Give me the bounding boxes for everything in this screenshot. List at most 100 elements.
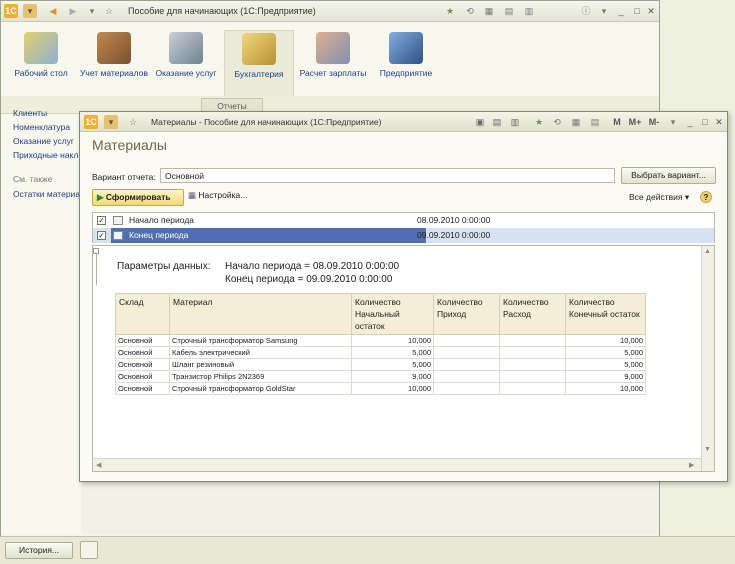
preview-icon[interactable]: ▤ <box>490 115 504 129</box>
collapse-icon[interactable] <box>93 248 99 254</box>
cell: 5,000 <box>565 346 646 359</box>
main-titlebar: 1С ▾ ◀ ▶ ▾ ☆ Пособие для начинающих (1С:… <box>1 1 659 22</box>
memory-minus-button[interactable]: M- <box>645 115 663 129</box>
generate-label: Сформировать <box>105 192 171 202</box>
link-services[interactable]: Оказание услуг <box>13 136 74 146</box>
maximize-icon[interactable]: □ <box>630 4 644 18</box>
info-icon[interactable]: ⓘ <box>579 4 593 18</box>
choose-variant-button[interactable]: Выбрать вариант... <box>621 167 716 184</box>
calc-icon[interactable]: ▤ <box>502 4 516 18</box>
forward-arrow-icon[interactable]: ▶ <box>66 4 80 18</box>
cell: 5,000 <box>351 346 434 359</box>
scroll-right-icon[interactable]: ▶ <box>689 461 694 469</box>
help-icon[interactable]: ? <box>700 191 712 203</box>
col-header: Количество Начальный остаток <box>351 293 434 335</box>
calendar-icon <box>113 231 123 240</box>
cell <box>433 334 500 347</box>
dropdown-icon[interactable]: ▾ <box>666 115 680 129</box>
people-icon <box>316 32 350 64</box>
calendar-icon[interactable]: ▦ <box>569 115 583 129</box>
param-row[interactable]: ✓ Начало периода 08.09.2010 0:00:00 <box>93 213 714 228</box>
col-header: Количество Расход <box>499 293 566 335</box>
col-header: Склад <box>115 293 170 335</box>
print-icon[interactable]: ▣ <box>473 115 487 129</box>
scroll-down-icon[interactable]: ▼ <box>704 446 711 453</box>
link-receipts[interactable]: Приходные накл <box>13 150 78 160</box>
cell <box>499 346 566 359</box>
variant-field[interactable]: Основной <box>160 168 615 183</box>
section-enterprise[interactable]: Предприятие <box>371 30 441 96</box>
generate-report-button[interactable]: ▶ Сформировать <box>92 189 184 206</box>
table-row[interactable]: Основной Шланг резиновый 5,000 5,000 <box>115 358 646 371</box>
history-icon[interactable]: ⟲ <box>463 4 477 18</box>
cell: Основной <box>115 334 170 347</box>
section-materials[interactable]: Учет материалов <box>79 30 149 96</box>
cell <box>433 346 500 359</box>
close-icon[interactable]: ✕ <box>644 4 658 18</box>
calendar-icon <box>113 216 123 225</box>
link-clients[interactable]: Клиенты <box>13 108 47 118</box>
document-icon[interactable]: ▥ <box>522 4 536 18</box>
vertical-scrollbar[interactable]: ▲ ▼ <box>701 246 714 471</box>
cell: Основной <box>115 382 170 395</box>
history-button[interactable]: История... <box>5 542 73 559</box>
checkbox-checked-icon[interactable]: ✓ <box>97 216 106 225</box>
link-icon[interactable]: ★ <box>532 115 546 129</box>
cell <box>499 334 566 347</box>
minimize-icon[interactable]: _ <box>614 4 628 18</box>
all-actions-menu[interactable]: Все действия ▾ <box>629 192 689 203</box>
params-caption: Параметры данных: <box>117 261 211 272</box>
memory-m-button[interactable]: M <box>610 115 624 129</box>
scroll-left-icon[interactable]: ◀ <box>96 461 101 469</box>
favorites-star-icon[interactable]: ☆ <box>126 115 140 129</box>
report-output[interactable]: Параметры данных: Начало периода = 08.09… <box>92 245 715 472</box>
section-desktop[interactable]: Рабочий стол <box>6 30 76 96</box>
cell: 9,000 <box>565 370 646 383</box>
section-services[interactable]: Оказание услуг <box>151 30 221 96</box>
table-row[interactable]: Основной Строчный трансформатор GoldStar… <box>115 382 646 395</box>
link-icon[interactable]: ★ <box>443 4 457 18</box>
windows-list-icon[interactable] <box>80 541 98 559</box>
section-payroll[interactable]: Расчет зарплаты <box>298 30 368 96</box>
checkbox-checked-icon[interactable]: ✓ <box>97 231 106 240</box>
section-label: Оказание услуг <box>155 68 217 78</box>
table-row[interactable]: Основной Строчный трансформатор Samsung … <box>115 334 646 347</box>
section-accounting[interactable]: Бухгалтерия <box>224 30 294 96</box>
settings-button[interactable]: ▦ Настройка... <box>188 190 247 201</box>
scroll-up-icon[interactable]: ▲ <box>704 248 711 255</box>
cell: 10,000 <box>351 334 434 347</box>
calc-icon[interactable]: ▤ <box>588 115 602 129</box>
link-stock-balance[interactable]: Остатки материал <box>13 189 85 199</box>
maximize-icon[interactable]: □ <box>698 115 712 129</box>
param-row-selected[interactable]: ✓ Конец периода 09.09.2010 0:00:00 <box>93 228 714 243</box>
param-value[interactable]: 08.09.2010 0:00:00 <box>417 213 490 228</box>
history-icon[interactable]: ⟲ <box>550 115 564 129</box>
col-header: Количество Конечный остаток <box>565 293 646 335</box>
history-dropdown-icon[interactable]: ▾ <box>85 4 99 18</box>
horizontal-scrollbar[interactable]: ◀ ▶ <box>93 458 701 471</box>
cash-register-icon <box>169 32 203 64</box>
param-value[interactable]: 09.09.2010 0:00:00 <box>417 228 490 243</box>
table-row[interactable]: Основной Транзистор Philips 2N2369 9,000… <box>115 370 646 383</box>
report-window-title: Материалы - Пособие для начинающих (1С:П… <box>151 117 382 127</box>
cell <box>433 370 500 383</box>
settings-label: Настройка... <box>198 190 248 200</box>
coins-icon <box>242 33 276 65</box>
calendar-icon[interactable]: ▦ <box>482 4 496 18</box>
report-table: Склад Материал Количество Начальный оста… <box>115 293 646 395</box>
favorites-star-icon[interactable]: ☆ <box>102 4 116 18</box>
col-header: Количество Приход <box>433 293 500 335</box>
back-arrow-icon[interactable]: ◀ <box>46 4 60 18</box>
save-icon[interactable]: ▥ <box>508 115 522 129</box>
minimize-icon[interactable]: _ <box>683 115 697 129</box>
link-nomenclature[interactable]: Номенклатура <box>13 122 70 132</box>
section-label: Бухгалтерия <box>234 69 284 79</box>
dropdown-icon[interactable]: ▾ <box>597 4 611 18</box>
table-row[interactable]: Основной Кабель электрический 5,000 5,00… <box>115 346 646 359</box>
close-icon[interactable]: ✕ <box>712 115 726 129</box>
menu-icon[interactable]: ▾ <box>23 4 37 18</box>
cell: Транзистор Philips 2N2369 <box>169 370 352 383</box>
report-window: 1С ▾ ☆ Материалы - Пособие для начинающи… <box>79 111 728 482</box>
memory-plus-button[interactable]: M+ <box>626 115 644 129</box>
menu-icon[interactable]: ▾ <box>104 115 118 129</box>
